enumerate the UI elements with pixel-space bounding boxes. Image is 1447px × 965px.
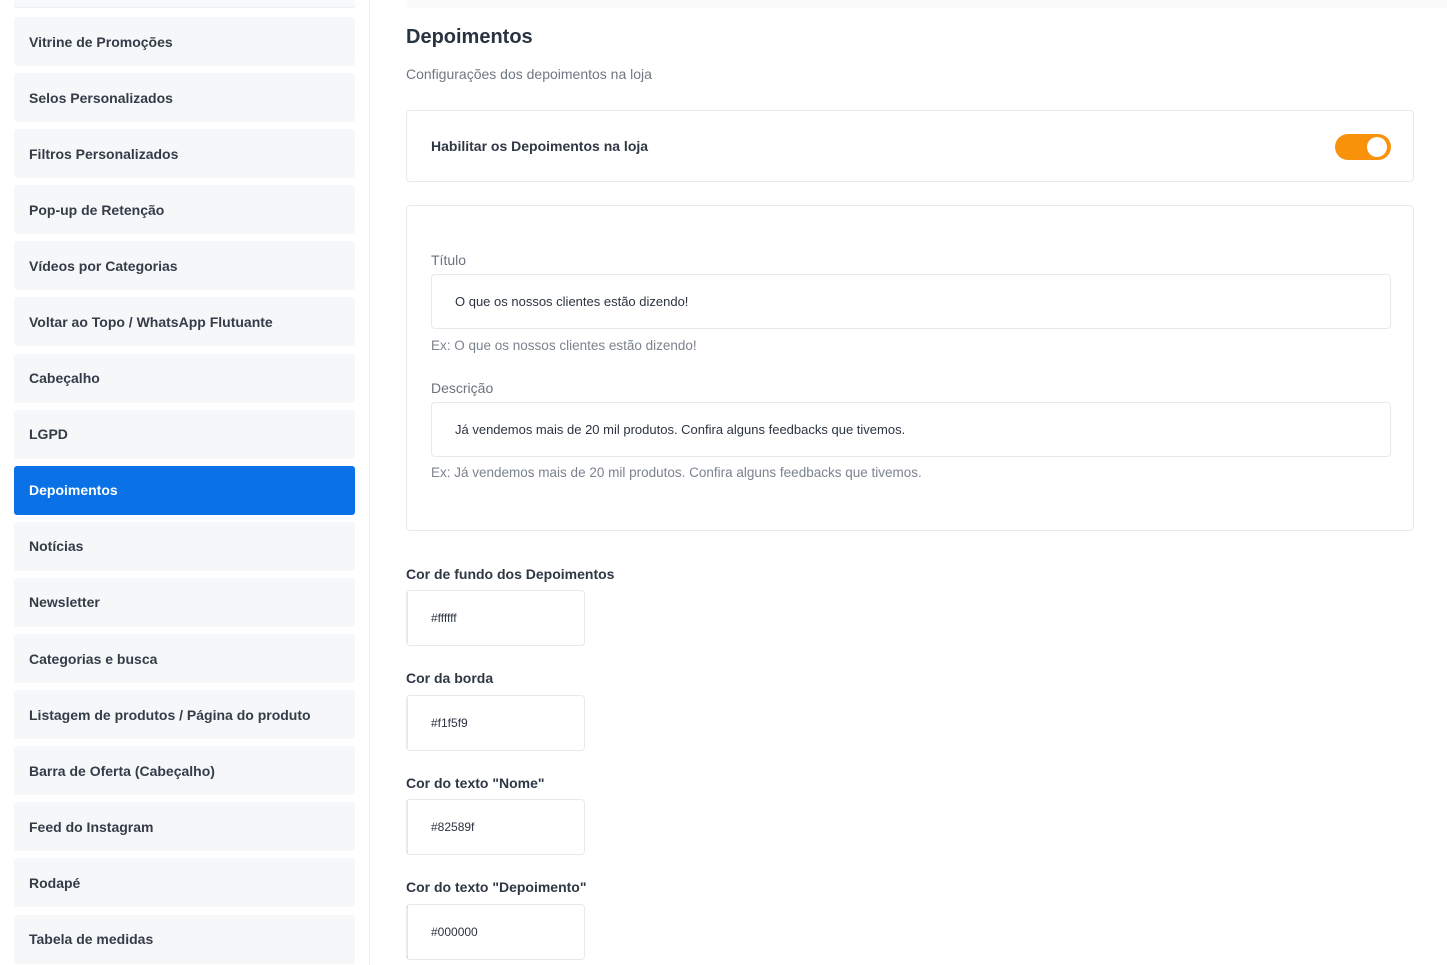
sidebar-item-8[interactable]: Depoimentos — [14, 465, 355, 515]
sidebar-item-6[interactable]: Cabeçalho — [14, 353, 355, 403]
title-hint: Ex: O que os nossos clientes estão dizen… — [431, 338, 697, 353]
sidebar-item-15[interactable]: Rodapé — [14, 858, 355, 908]
page-subtitle: Configurações dos depoimentos na loja — [406, 66, 652, 82]
enable-testimonials-label: Habilitar os Depoimentos na loja — [431, 138, 649, 154]
background-color-field — [406, 590, 585, 646]
name-text-color-field — [406, 799, 585, 855]
sidebar-item-12[interactable]: Listagem de produtos / Página do produto — [14, 690, 355, 740]
sidebar-item-0[interactable]: Vitrine de Promoções — [14, 17, 355, 66]
sidebar-item-1[interactable]: Selos Personalizados — [14, 73, 355, 123]
border-color-input[interactable] — [408, 696, 584, 750]
sidebar: Vitrine de Promoções Selos Personalizados… — [0, 0, 370, 965]
sidebar-item-13[interactable]: Barra de Oferta (Cabeçalho) — [14, 746, 355, 796]
description-label: Descrição — [431, 380, 494, 396]
main-content: Depoimentos Configurações dos depoimento… — [406, 0, 1447, 965]
testimonials-form-card: Título Ex: O que os nossos clientes estã… — [406, 205, 1414, 531]
enable-testimonials-toggle[interactable] — [1335, 134, 1391, 160]
sidebar-item-11[interactable]: Categorias e busca — [14, 634, 355, 684]
description-hint: Ex: Já vendemos mais de 20 mil produtos.… — [431, 465, 922, 480]
testimonial-text-color-input[interactable] — [408, 905, 584, 959]
sidebar-item-5[interactable]: Voltar ao Topo / WhatsApp Flutuante — [14, 297, 355, 347]
top-strip — [406, 0, 1447, 8]
sidebar-item-4[interactable]: Vídeos por Categorias — [14, 241, 355, 291]
sidebar-menu: Vitrine de Promoções Selos Personalizados… — [14, 17, 355, 965]
sidebar-item-2[interactable]: Filtros Personalizados — [14, 129, 355, 179]
name-text-color-label: Cor do texto "Nome" — [406, 775, 545, 791]
background-color-label: Cor de fundo dos Depoimentos — [406, 566, 615, 582]
border-color-field — [406, 695, 585, 751]
description-input[interactable] — [431, 402, 1391, 457]
background-color-input[interactable] — [408, 591, 584, 645]
testimonial-text-color-field — [406, 904, 585, 960]
testimonial-text-color-label: Cor do texto "Depoimento" — [406, 879, 587, 895]
toggle-knob — [1367, 137, 1387, 157]
sidebar-item-16[interactable]: Tabela de medidas — [14, 914, 355, 964]
sidebar-item-10[interactable]: Newsletter — [14, 577, 355, 627]
page-title: Depoimentos — [406, 26, 533, 48]
border-color-label: Cor da borda — [406, 670, 494, 686]
enable-testimonials-card: Habilitar os Depoimentos na loja — [406, 110, 1414, 182]
sidebar-top-edge — [14, 0, 355, 8]
sidebar-item-7[interactable]: LGPD — [14, 409, 355, 459]
sidebar-item-14[interactable]: Feed do Instagram — [14, 802, 355, 852]
title-label: Título — [431, 252, 467, 268]
sidebar-item-3[interactable]: Pop-up de Retenção — [14, 185, 355, 235]
sidebar-item-9[interactable]: Notícias — [14, 521, 355, 571]
title-input[interactable] — [431, 274, 1391, 329]
name-text-color-input[interactable] — [408, 800, 584, 854]
